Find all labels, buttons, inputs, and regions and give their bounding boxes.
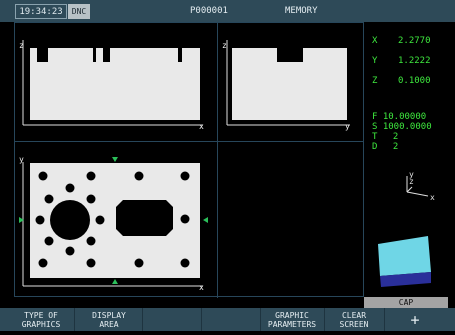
xz-view xyxy=(22,40,203,126)
xz-x-axis-label: x xyxy=(199,122,204,131)
cap-label: CAP xyxy=(364,297,448,308)
x-value: 2.2770 xyxy=(398,36,431,46)
yz-y-axis-label: y xyxy=(345,122,350,131)
softkey-line2: GRAPHICS xyxy=(21,320,61,329)
d-label: D xyxy=(372,142,378,152)
s-value: 1000.0000 xyxy=(382,122,432,132)
softkey-line2: AREA xyxy=(99,320,119,329)
position-panel: X 2.2770 Y 1.2222 Z 0.1000 F 10.00000 S 100… xyxy=(364,22,449,297)
softkey-line2: PARAMETERS xyxy=(267,320,317,329)
s-label: S xyxy=(372,122,378,132)
hole xyxy=(86,194,96,204)
softkey-line1: TYPE OF xyxy=(24,311,58,320)
softkey-line1: CLEAR xyxy=(341,311,367,320)
yz-view xyxy=(226,40,350,126)
marker-top-triangle xyxy=(112,157,118,162)
xy-y-axis-label: y xyxy=(19,155,24,164)
z-position: Z 0.1000 xyxy=(372,76,431,86)
xy-view xyxy=(19,157,208,287)
xy-pocket xyxy=(116,200,173,236)
y-value: 1.2222 xyxy=(398,56,431,66)
hole xyxy=(38,258,48,268)
triad-x-label: x xyxy=(430,193,435,202)
hole xyxy=(86,171,96,181)
hole xyxy=(86,236,96,246)
hole xyxy=(86,258,96,268)
hole xyxy=(180,258,190,268)
yz-z-axis-label: z xyxy=(222,41,227,50)
softkey-line2: SCREEN xyxy=(339,320,369,329)
hole xyxy=(180,171,190,181)
y-position: Y 1.2222 xyxy=(372,56,431,66)
hole xyxy=(44,194,54,204)
softkey-line1: DISPLAY xyxy=(92,311,126,320)
triad-z-label: z xyxy=(409,177,414,186)
hole xyxy=(180,214,190,224)
hole xyxy=(65,183,75,193)
f-label: F xyxy=(372,112,378,122)
tool-number: T 2 xyxy=(372,133,398,142)
marker-bottom-triangle xyxy=(112,279,118,284)
softkey-separator xyxy=(74,308,75,331)
feed-rate: F 10.00000 xyxy=(372,113,426,122)
plus-icon: + xyxy=(410,311,420,329)
t-value: 2 xyxy=(392,132,399,142)
hole xyxy=(134,258,144,268)
hole xyxy=(95,215,105,225)
hole xyxy=(134,171,144,181)
xy-large-bore xyxy=(50,200,90,240)
hole xyxy=(44,236,54,246)
f-value: 10.00000 xyxy=(382,112,427,122)
t-label: T xyxy=(372,132,378,142)
x-position: X 2.2770 xyxy=(372,36,431,46)
z-value: 0.1000 xyxy=(398,76,431,86)
softkey-plus[interactable]: + xyxy=(385,312,445,335)
hole xyxy=(38,171,48,181)
hole xyxy=(65,246,75,256)
d-value: 2 xyxy=(392,142,399,152)
xz-z-axis-label: z xyxy=(19,41,24,50)
softkey-line1: GRAPHIC xyxy=(275,311,309,320)
xz-part-profile xyxy=(30,48,200,120)
spindle-speed: S 1000.0000 xyxy=(372,123,432,132)
hole xyxy=(35,215,45,225)
marker-right-triangle xyxy=(203,217,208,223)
z-label: Z xyxy=(372,76,378,86)
y-label: Y xyxy=(372,56,378,66)
tool-offset: D 2 xyxy=(372,143,398,152)
xy-x-axis-label: x xyxy=(199,283,204,292)
x-label: X xyxy=(372,36,378,46)
yz-part-profile xyxy=(232,48,347,120)
